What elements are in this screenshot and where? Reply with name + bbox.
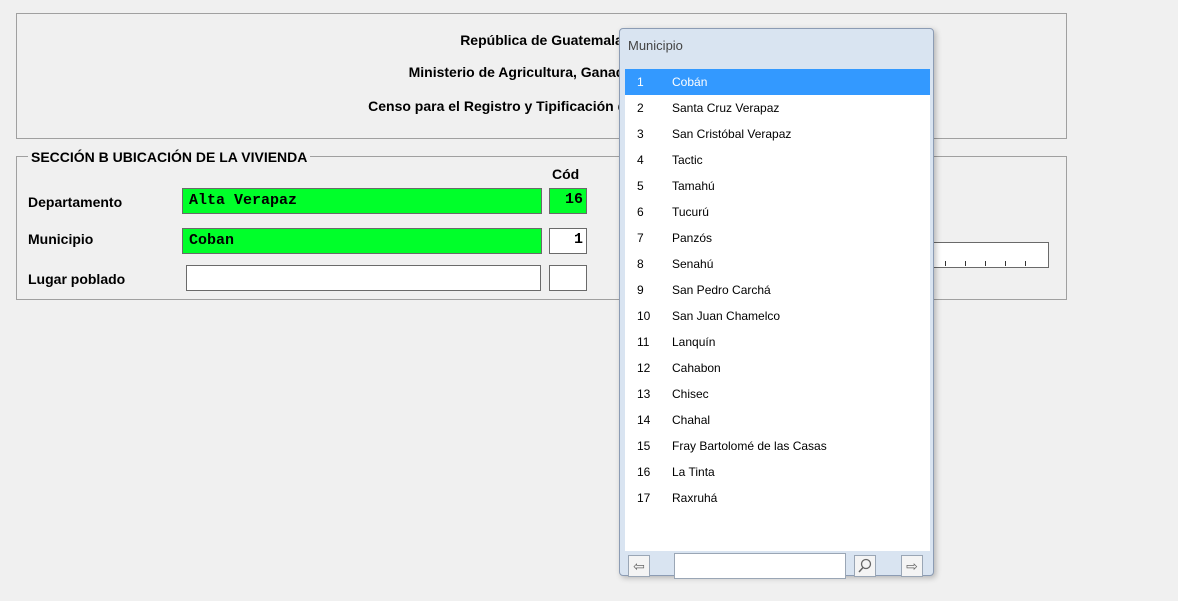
- list-item[interactable]: 13 Chisec: [625, 381, 930, 407]
- municipio-list[interactable]: 1 Cobán 2 Santa Cruz Verapaz 3 San Cristóbal …: [625, 69, 930, 551]
- lugar-poblado-field[interactable]: [186, 265, 541, 291]
- list-item-number: 7: [637, 231, 644, 245]
- list-item[interactable]: 6 Tucurú: [625, 199, 930, 225]
- list-item[interactable]: 15 Fray Bartolomé de las Casas: [625, 433, 930, 459]
- list-item[interactable]: 1 Cobán: [625, 69, 930, 95]
- list-item-name: San Pedro Carchá: [672, 283, 771, 297]
- municipio-field[interactable]: Coban: [182, 228, 542, 254]
- cod-column-label: Cód: [552, 166, 580, 182]
- list-item-name: La Tinta: [672, 465, 715, 479]
- list-item-number: 13: [637, 387, 651, 401]
- list-item-number: 10: [637, 309, 651, 323]
- lugar-poblado-code-field[interactable]: [549, 265, 587, 291]
- list-item-name: Cobán: [672, 75, 708, 89]
- list-item-number: 14: [637, 413, 651, 427]
- list-item-number: 11: [637, 335, 650, 349]
- popup-footer: ⇦ ⇨: [625, 551, 930, 579]
- departamento-label: Departamento: [28, 194, 123, 210]
- list-item[interactable]: 7 Panzós: [625, 225, 930, 251]
- segment-tick: [965, 261, 966, 266]
- list-item[interactable]: 12 Cahabon: [625, 355, 930, 381]
- segment-tick: [1025, 261, 1026, 266]
- list-item[interactable]: 3 San Cristóbal Verapaz: [625, 121, 930, 147]
- popup-title: Municipio: [628, 38, 683, 53]
- segmented-input-field[interactable]: [930, 242, 1049, 268]
- list-item[interactable]: 2 Santa Cruz Verapaz: [625, 95, 930, 121]
- list-item[interactable]: 9 San Pedro Carchá: [625, 277, 930, 303]
- list-item-number: 3: [637, 127, 644, 141]
- list-item-name: Panzós: [672, 231, 713, 245]
- search-icon[interactable]: [854, 555, 876, 577]
- municipio-label: Municipio: [28, 231, 94, 247]
- list-item[interactable]: 8 Senahú: [625, 251, 930, 277]
- list-item[interactable]: 14 Chahal: [625, 407, 930, 433]
- list-item-number: 5: [637, 179, 644, 193]
- list-item-number: 9: [637, 283, 644, 297]
- list-item-name: Chisec: [672, 387, 709, 401]
- list-item[interactable]: 5 Tamahú: [625, 173, 930, 199]
- list-item-number: 6: [637, 205, 644, 219]
- segment-tick: [1005, 261, 1006, 266]
- list-item-name: Tucurú: [672, 205, 709, 219]
- list-item-name: Tamahú: [672, 179, 715, 193]
- municipio-code-field[interactable]: 1: [549, 228, 587, 254]
- list-item-name: Lanquín: [672, 335, 716, 349]
- list-item-number: 4: [637, 153, 644, 167]
- list-item[interactable]: 4 Tactic: [625, 147, 930, 173]
- section-b-title: SECCIÓN B UBICACIÓN DE LA VIVIENDA: [28, 149, 311, 165]
- list-item-name: San Cristóbal Verapaz: [672, 127, 792, 141]
- arrow-left-icon[interactable]: ⇦: [628, 555, 650, 577]
- list-item-number: 8: [637, 257, 644, 271]
- list-item-name: Raxruhá: [672, 491, 718, 505]
- list-item-name: Fray Bartolomé de las Casas: [672, 439, 827, 453]
- list-item-name: Tactic: [672, 153, 703, 167]
- list-item-name: Chahal: [672, 413, 711, 427]
- list-item[interactable]: 17 Raxruhá: [625, 485, 930, 511]
- list-item[interactable]: 11 Lanquín: [625, 329, 930, 355]
- list-item-number: 17: [637, 491, 651, 505]
- list-item-name: Santa Cruz Verapaz: [672, 101, 780, 115]
- list-item-name: Senahú: [672, 257, 714, 271]
- list-item-number: 15: [637, 439, 651, 453]
- list-item[interactable]: 10 San Juan Chamelco: [625, 303, 930, 329]
- search-icon-glyph: [858, 558, 872, 573]
- lugar-poblado-label: Lugar poblado: [28, 271, 126, 287]
- list-item-number: 12: [637, 361, 651, 375]
- list-item-name: San Juan Chamelco: [672, 309, 781, 323]
- list-item-number: 16: [637, 465, 651, 479]
- segment-tick: [985, 261, 986, 266]
- list-item-name: Cahabon: [672, 361, 721, 375]
- list-item[interactable]: 16 La Tinta: [625, 459, 930, 485]
- arrow-right-icon[interactable]: ⇨: [901, 555, 923, 577]
- departamento-field[interactable]: Alta Verapaz: [182, 188, 542, 214]
- segment-tick: [945, 261, 946, 266]
- list-item-number: 1: [637, 75, 644, 89]
- municipio-popup: Municipio 1 Cobán 2 Santa Cruz Verapaz 3 San …: [619, 28, 934, 579]
- search-input[interactable]: [674, 553, 846, 579]
- departamento-code-field[interactable]: 16: [549, 188, 587, 214]
- list-item-number: 2: [637, 101, 644, 115]
